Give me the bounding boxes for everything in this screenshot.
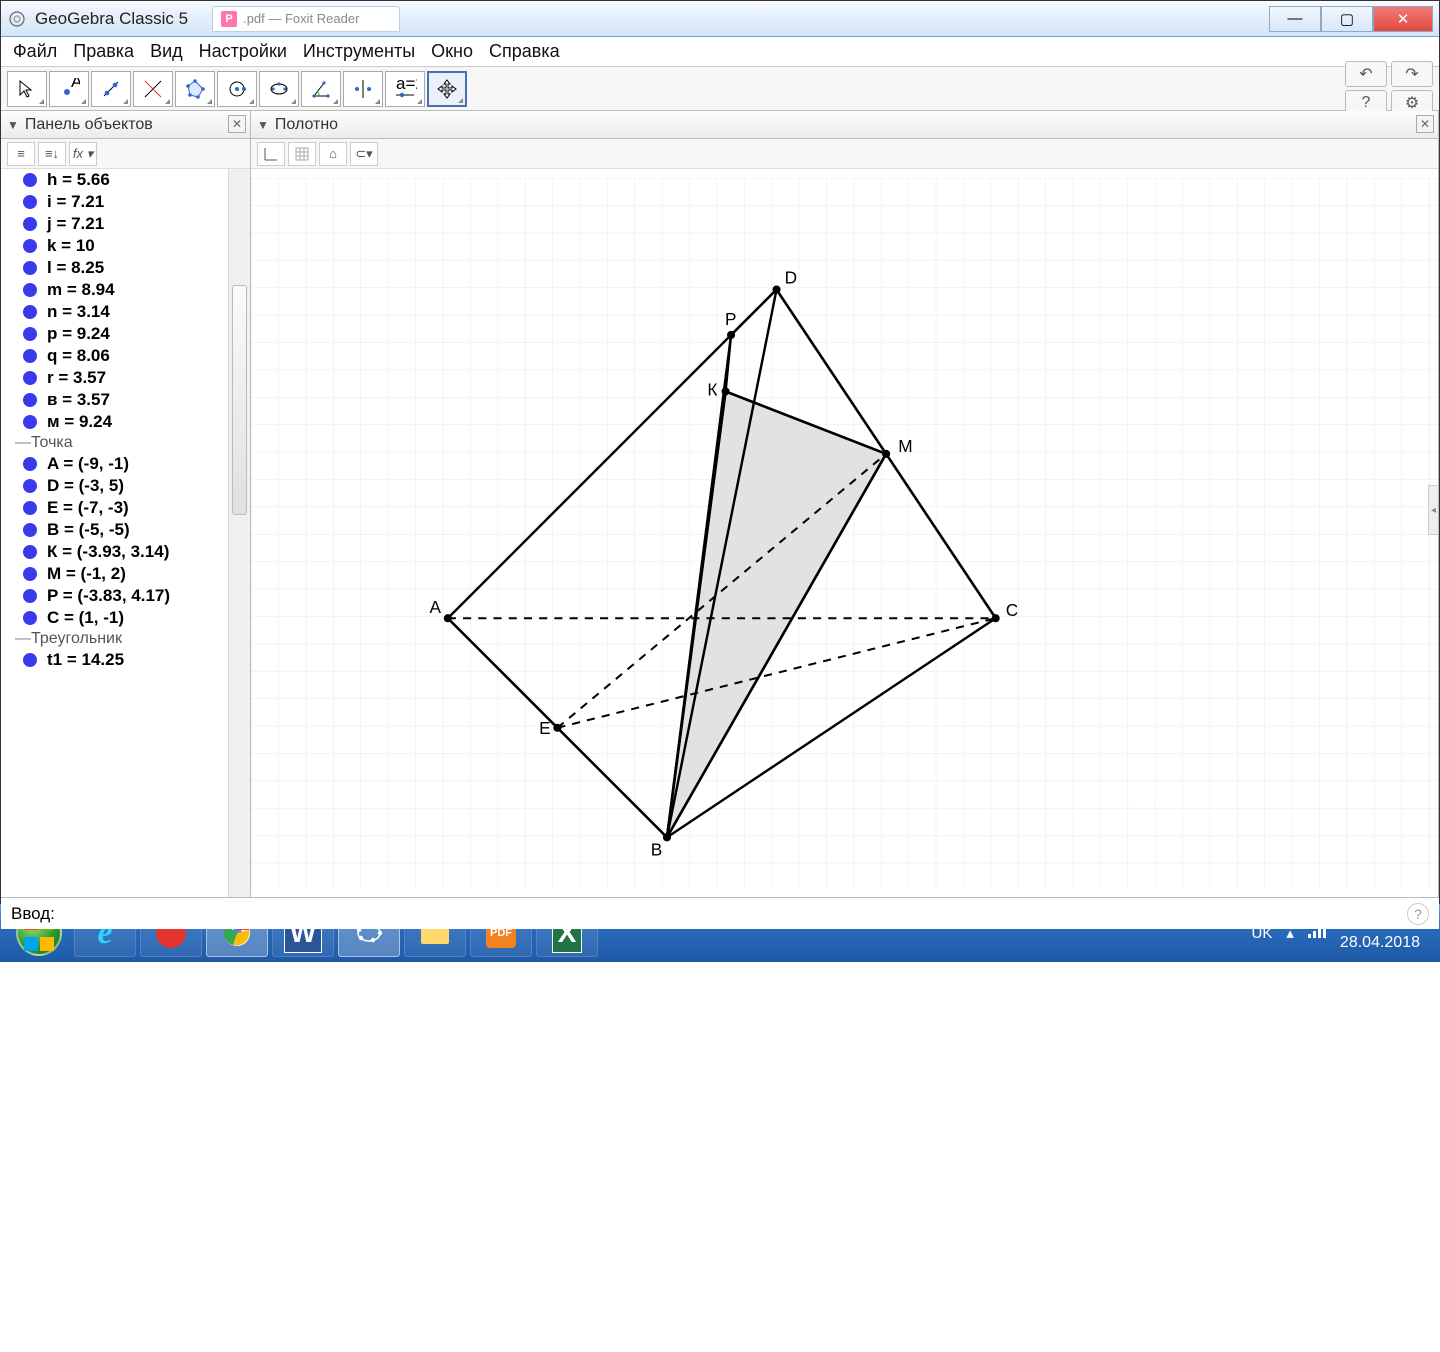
menubar: Файл Правка Вид Настройки Инструменты Ок… xyxy=(1,37,1439,67)
svg-text:D: D xyxy=(785,267,797,287)
graphics-panel: ▼ Полотно ✕ ⌂ ⊂▾ A B C D E К M P xyxy=(251,111,1439,897)
maximize-button[interactable]: ▢ xyxy=(1321,6,1373,32)
graphics-close-button[interactable]: ✕ xyxy=(1416,115,1434,133)
svg-text:M: M xyxy=(898,436,912,456)
redo-button[interactable]: ↷ xyxy=(1391,61,1433,87)
algebra-item[interactable]: B = (-5, -5) xyxy=(1,519,228,541)
svg-text:E: E xyxy=(539,718,551,738)
tool-point[interactable]: A xyxy=(49,71,89,107)
minimize-button[interactable]: — xyxy=(1269,6,1321,32)
menu-settings[interactable]: Настройки xyxy=(193,38,293,65)
svg-text:a=2: a=2 xyxy=(396,78,417,93)
svg-text:B: B xyxy=(651,840,663,860)
tool-conic[interactable] xyxy=(259,71,299,107)
algebra-close-button[interactable]: ✕ xyxy=(228,115,246,133)
app-icon xyxy=(7,9,27,29)
grid-icon[interactable] xyxy=(288,142,316,166)
collapse-icon: ▼ xyxy=(7,118,19,132)
algebra-scrollbar[interactable] xyxy=(228,169,250,897)
snap-icon[interactable]: ⊂▾ xyxy=(350,142,378,166)
algebra-item[interactable]: k = 10 xyxy=(1,235,228,257)
collapse-right-icon[interactable]: ◂ xyxy=(1428,485,1438,535)
menu-tools[interactable]: Инструменты xyxy=(297,38,421,65)
algebra-item[interactable]: К = (-3.93, 3.14) xyxy=(1,541,228,563)
svg-text:A: A xyxy=(430,597,442,617)
tool-slider[interactable]: a=2 xyxy=(385,71,425,107)
menu-view[interactable]: Вид xyxy=(144,38,189,65)
input-label: Ввод: xyxy=(11,904,55,924)
algebra-list: h = 5.66i = 7.21j = 7.21k = 10l = 8.25m … xyxy=(1,169,250,897)
tool-line[interactable] xyxy=(91,71,131,107)
app-window: GeoGebra Classic 5 P .pdf — Foxit Reader… xyxy=(0,0,1440,904)
algebra-item[interactable]: t1 = 14.25 xyxy=(1,649,228,671)
algebra-item[interactable]: l = 8.25 xyxy=(1,257,228,279)
algebra-item[interactable]: в = 3.57 xyxy=(1,389,228,411)
algebra-item[interactable]: q = 8.06 xyxy=(1,345,228,367)
algebra-panel-header[interactable]: ▼ Панель объектов ✕ xyxy=(1,111,250,139)
tool-perpendicular[interactable] xyxy=(133,71,173,107)
tool-angle[interactable] xyxy=(301,71,341,107)
home-icon[interactable]: ⌂ xyxy=(319,142,347,166)
svg-text:P: P xyxy=(725,309,737,329)
algebra-item[interactable]: i = 7.21 xyxy=(1,191,228,213)
titlebar[interactable]: GeoGebra Classic 5 P .pdf — Foxit Reader… xyxy=(1,1,1439,37)
command-input[interactable] xyxy=(63,901,1399,927)
input-help-icon[interactable]: ? xyxy=(1407,903,1429,925)
algebra-toolbar: ≡ ≡↓ fx ▾ xyxy=(1,139,250,169)
tray-date[interactable]: 28.04.2018 xyxy=(1340,933,1420,952)
sort-down-icon[interactable]: ≡↓ xyxy=(38,142,66,166)
svg-text:К: К xyxy=(707,379,717,399)
algebra-item[interactable]: j = 7.21 xyxy=(1,213,228,235)
algebra-item[interactable]: n = 3.14 xyxy=(1,301,228,323)
algebra-panel-title: Панель объектов xyxy=(25,116,153,134)
algebra-item[interactable]: C = (1, -1) xyxy=(1,607,228,629)
algebra-item[interactable]: D = (-3, 5) xyxy=(1,475,228,497)
input-bar: Ввод: ? xyxy=(1,897,1439,929)
algebra-item[interactable]: r = 3.57 xyxy=(1,367,228,389)
svg-text:C: C xyxy=(1006,600,1018,620)
tool-move-view[interactable] xyxy=(427,71,467,107)
sort-icon[interactable]: ≡ xyxy=(7,142,35,166)
menu-edit[interactable]: Правка xyxy=(67,38,140,65)
algebra-item[interactable]: E = (-7, -3) xyxy=(1,497,228,519)
fx-icon[interactable]: fx ▾ xyxy=(69,142,97,166)
tool-circle[interactable] xyxy=(217,71,257,107)
axes-icon[interactable] xyxy=(257,142,285,166)
algebra-item[interactable]: p = 9.24 xyxy=(1,323,228,345)
algebra-item[interactable]: A = (-9, -1) xyxy=(1,453,228,475)
menu-file[interactable]: Файл xyxy=(7,38,63,65)
graphics-panel-title: Полотно xyxy=(275,116,338,134)
browser-tab-label: .pdf — Foxit Reader xyxy=(243,11,359,26)
algebra-item[interactable]: m = 8.94 xyxy=(1,279,228,301)
tool-polygon[interactable] xyxy=(175,71,215,107)
main-toolbar: A a=2 ↶ ↷ ? ⚙ xyxy=(1,67,1439,111)
graphics-panel-header[interactable]: ▼ Полотно ✕ xyxy=(251,111,1438,139)
menu-help[interactable]: Справка xyxy=(483,38,566,65)
undo-button[interactable]: ↶ xyxy=(1345,61,1387,87)
svg-text:A: A xyxy=(71,78,80,91)
background-browser-tab[interactable]: P .pdf — Foxit Reader xyxy=(212,6,400,32)
algebra-item[interactable]: P = (-3.83, 4.17) xyxy=(1,585,228,607)
algebra-item[interactable]: M = (-1, 2) xyxy=(1,563,228,585)
tool-transform[interactable] xyxy=(343,71,383,107)
algebra-item[interactable]: h = 5.66 xyxy=(1,169,228,191)
algebra-panel: ▼ Панель объектов ✕ ≡ ≡↓ fx ▾ h = 5.66i … xyxy=(1,111,251,897)
graphics-toolbar: ⌂ ⊂▾ xyxy=(251,139,1438,169)
section-header[interactable]: —Точка xyxy=(1,433,228,453)
close-button[interactable]: ✕ xyxy=(1373,6,1433,32)
section-header[interactable]: —Треугольник xyxy=(1,629,228,649)
collapse-icon: ▼ xyxy=(257,118,269,132)
algebra-item[interactable]: м = 9.24 xyxy=(1,411,228,433)
menu-window[interactable]: Окно xyxy=(425,38,479,65)
pdf-icon: P xyxy=(221,11,237,27)
tool-move[interactable] xyxy=(7,71,47,107)
scrollbar-handle[interactable] xyxy=(232,285,247,515)
graphics-canvas[interactable]: A B C D E К M P ◂ xyxy=(251,169,1438,897)
window-title: GeoGebra Classic 5 xyxy=(35,9,188,29)
